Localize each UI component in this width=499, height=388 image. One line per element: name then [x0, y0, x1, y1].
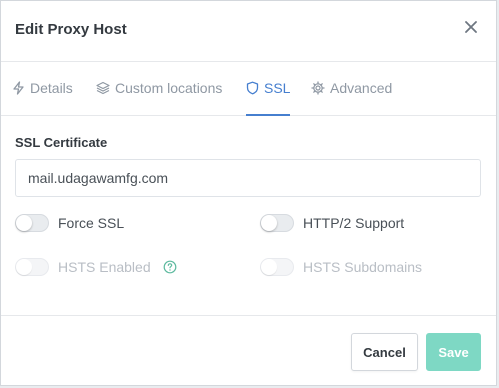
close-button[interactable]	[460, 18, 482, 40]
http2-support-switch[interactable]	[260, 214, 294, 232]
tab-custom-locations-label: Custom locations	[115, 80, 223, 96]
ssl-certificate-select[interactable]: mail.udagawamfg.com	[15, 159, 481, 197]
hsts-subdomains-label: HSTS Subdomains	[303, 259, 423, 275]
http2-support-label: HTTP/2 Support	[303, 215, 405, 231]
tab-ssl-label: SSL	[264, 80, 291, 96]
tab-custom-locations[interactable]: Custom locations	[96, 61, 222, 115]
tab-details-label: Details	[30, 80, 73, 96]
hsts-enabled-toggle: HSTS Enabled	[15, 258, 177, 276]
tab-advanced-label: Advanced	[330, 80, 393, 96]
tab-bar: Details Custom locations SSL Advanced	[1, 61, 496, 116]
close-icon	[465, 20, 477, 38]
tab-advanced[interactable]: Advanced	[311, 61, 392, 115]
hsts-subdomains-toggle: HSTS Subdomains	[260, 258, 422, 276]
cancel-button[interactable]: Cancel	[351, 333, 418, 371]
force-ssl-label: Force SSL	[58, 215, 125, 231]
dialog-footer: Cancel Save	[1, 315, 496, 388]
hsts-enabled-label: HSTS Enabled	[58, 259, 151, 275]
http2-support-toggle[interactable]: HTTP/2 Support	[260, 214, 404, 232]
dialog-header: Edit Proxy Host	[1, 1, 496, 62]
layers-icon	[96, 81, 110, 95]
force-ssl-toggle[interactable]: Force SSL	[15, 214, 124, 232]
hsts-subdomains-switch	[260, 258, 294, 276]
tab-ssl[interactable]: SSL	[246, 61, 291, 116]
gear-icon	[311, 81, 325, 95]
tab-details[interactable]: Details	[12, 61, 73, 115]
save-button[interactable]: Save	[426, 333, 481, 371]
ssl-certificate-value: mail.udagawamfg.com	[28, 170, 169, 186]
ssl-certificate-label: SSL Certificate	[15, 135, 108, 150]
bolt-icon	[12, 81, 25, 95]
help-circle-icon[interactable]	[163, 260, 177, 274]
shield-icon	[246, 81, 259, 95]
dialog-title: Edit Proxy Host	[15, 21, 127, 38]
edit-proxy-host-dialog: Edit Proxy Host Details Custom locations…	[0, 0, 497, 386]
hsts-enabled-switch	[15, 258, 49, 276]
force-ssl-switch[interactable]	[15, 214, 49, 232]
